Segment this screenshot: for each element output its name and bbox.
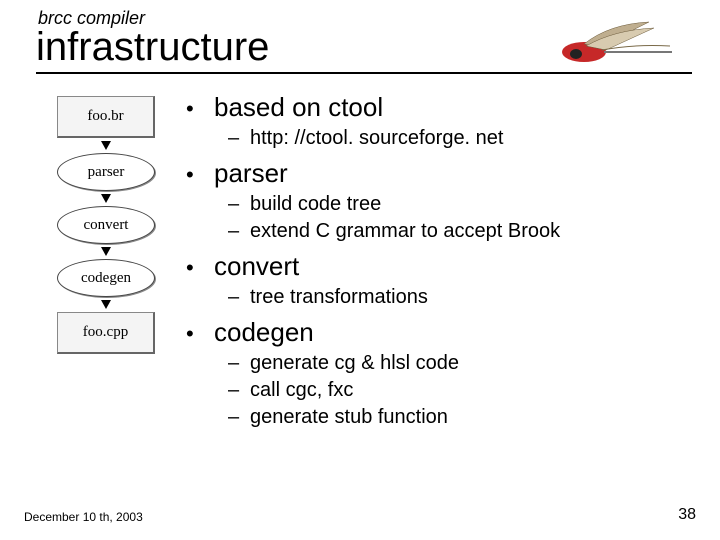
sub-label: build code tree — [250, 191, 381, 218]
diagram-node-codegen: codegen — [57, 259, 155, 297]
sub-item: –build code tree — [228, 191, 692, 218]
fly-logo-icon — [554, 14, 674, 70]
bullet-glyph: • — [186, 255, 214, 281]
sub-label: extend C grammar to accept Brook — [250, 218, 560, 245]
diagram-node-convert: convert — [57, 206, 155, 244]
slide: brcc compiler infrastructure foo.br pars… — [0, 0, 720, 540]
bullet-label: codegen — [214, 317, 314, 348]
bullet-label: convert — [214, 251, 299, 282]
sub-label: generate cg & hlsl code — [250, 350, 459, 377]
page-number: 38 — [678, 506, 696, 524]
sub-item: –call cgc, fxc — [228, 377, 692, 404]
arrow-down-icon — [101, 300, 111, 309]
sub-item: –tree transformations — [228, 284, 692, 311]
sub-item: –generate cg & hlsl code — [228, 350, 692, 377]
diagram-node-input: foo.br — [57, 96, 155, 138]
bullet-label: based on ctool — [214, 92, 383, 123]
sub-label: tree transformations — [250, 284, 428, 311]
bullet-item: • convert –tree transformations — [186, 251, 692, 311]
bullet-glyph: • — [186, 96, 214, 122]
diagram-node-output: foo.cpp — [57, 312, 155, 354]
diagram-node-parser: parser — [57, 153, 155, 191]
bullet-label: parser — [214, 158, 288, 189]
sub-label: generate stub function — [250, 404, 448, 431]
bullet-item: • codegen –generate cg & hlsl code –call… — [186, 317, 692, 431]
arrow-down-icon — [101, 247, 111, 256]
bullet-glyph: • — [186, 162, 214, 188]
slide-body: foo.br parser convert codegen foo.cpp • … — [36, 92, 692, 437]
arrow-down-icon — [101, 141, 111, 150]
sub-item: –extend C grammar to accept Brook — [228, 218, 692, 245]
sub-label: call cgc, fxc — [250, 377, 353, 404]
bullet-list: • based on ctool –http: //ctool. sourcef… — [186, 92, 692, 431]
sub-item: –generate stub function — [228, 404, 692, 431]
bullet-item: • parser –build code tree –extend C gram… — [186, 158, 692, 245]
footer-date: December 10 th, 2003 — [24, 510, 143, 524]
sub-item: –http: //ctool. sourceforge. net — [228, 125, 692, 152]
bullet-item: • based on ctool –http: //ctool. sourcef… — [186, 92, 692, 152]
arrow-down-icon — [101, 194, 111, 203]
slide-header: brcc compiler infrastructure — [36, 8, 692, 74]
pipeline-diagram: foo.br parser convert codegen foo.cpp — [36, 92, 176, 437]
sub-label: http: //ctool. sourceforge. net — [250, 125, 503, 152]
title-rule — [36, 72, 692, 74]
bullet-content: • based on ctool –http: //ctool. sourcef… — [176, 92, 692, 437]
bullet-glyph: • — [186, 321, 214, 347]
